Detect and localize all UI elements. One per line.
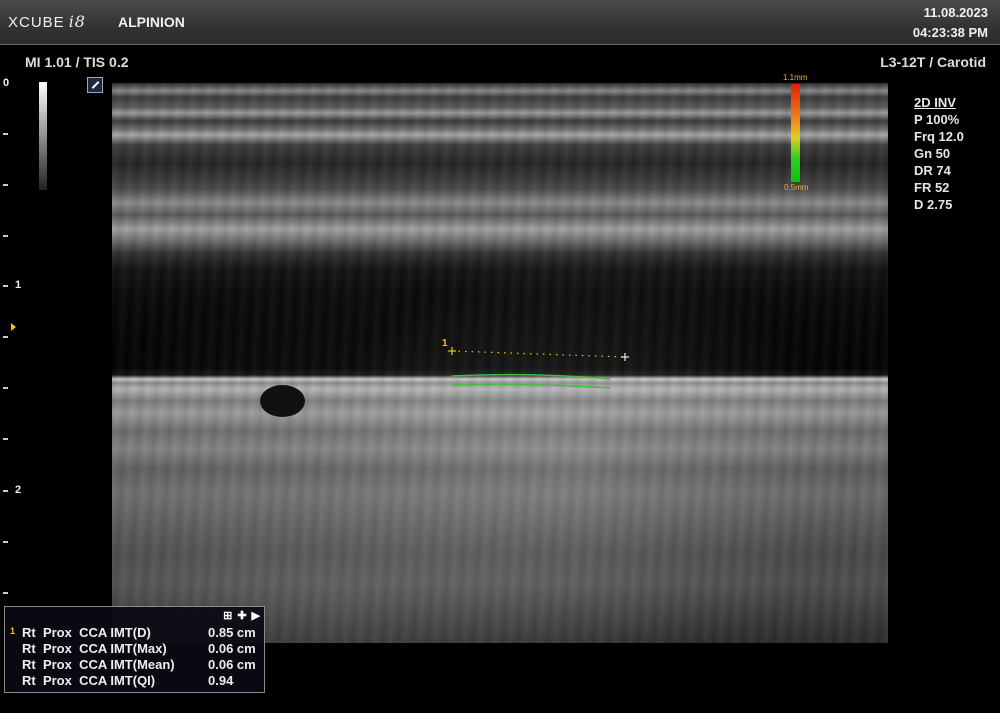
imaging-parameters: 2D INV P 100% Frq 12.0 Gn 50 DR 74 FR 52… (914, 94, 964, 213)
colorbar-max-label: 1.1mm (783, 73, 808, 82)
depth-tick (3, 133, 8, 135)
exam-date: 11.08.2023 (923, 5, 988, 20)
depth-tick (3, 184, 8, 186)
depth-tick (3, 336, 8, 338)
result-row: Rt Prox CCA IMT(QI) 0.94 (5, 673, 264, 689)
dynamic-range-readout: DR 74 (914, 163, 951, 178)
result-row: Rt Prox CCA IMT(Mean) 0.06 cm (5, 657, 264, 673)
depth-label-0: 0 (3, 77, 10, 89)
result-name: Rt Prox CCA IMT(Max) (22, 641, 167, 656)
probe-preset: L3-12T / Carotid (880, 54, 986, 70)
gain-readout: Gn 50 (914, 146, 951, 161)
ultrasound-image[interactable] (112, 83, 888, 643)
frame-rate-readout: FR 52 (914, 180, 950, 195)
result-name: Rt Prox CCA IMT(Mean) (22, 657, 175, 672)
depth-tick (3, 438, 8, 440)
exam-time: 04:23:38 PM (912, 25, 988, 40)
result-value: 0.85 cm (208, 625, 256, 640)
depth-readout: D 2.75 (914, 197, 953, 212)
depth-tick (3, 490, 8, 492)
mi-tis-readout: MI 1.01 / TIS 0.2 (25, 54, 129, 70)
depth-tick (3, 285, 8, 287)
tissue-echo (260, 385, 305, 417)
focus-marker-icon[interactable] (11, 323, 16, 331)
grid-icon[interactable]: ⊞ (223, 609, 232, 623)
result-value: 0.06 cm (208, 657, 256, 672)
manufacturer-name: ALPINION (118, 14, 185, 30)
depth-tick (3, 592, 8, 594)
depth-tick (3, 541, 8, 543)
grayscale-bar (39, 82, 47, 190)
caliper-label: 1 (442, 338, 448, 349)
depth-label-2: 2 (15, 484, 22, 496)
product-suffix: i8 (68, 12, 86, 31)
colorbar-min-label: 0.5mm (784, 183, 809, 192)
results-toolbar: ⊞ ✚ ▶ (223, 609, 260, 623)
result-name: Rt Prox CCA IMT(QI) (22, 673, 156, 688)
play-right-icon[interactable]: ▶ (252, 609, 260, 623)
imt-colorbar (791, 84, 800, 182)
product-logo: XCUBE i8 (8, 12, 86, 31)
move-icon[interactable]: ✚ (237, 609, 246, 623)
result-index: 1 (10, 626, 16, 636)
result-name: Rt Prox CCA IMT(D) (22, 625, 151, 640)
title-bar: XCUBE i8 ALPINION 11.08.2023 04:23:38 PM (0, 0, 1000, 45)
result-value: 0.06 cm (208, 641, 256, 656)
power-readout: P 100% (914, 112, 960, 127)
result-row: Rt Prox CCA IMT(Max) 0.06 cm (5, 641, 264, 657)
depth-tick (3, 235, 8, 237)
product-name: XCUBE (8, 14, 65, 31)
frequency-readout: Frq 12.0 (914, 129, 964, 144)
result-row: 1 Rt Prox CCA IMT(D) 0.85 cm (5, 625, 264, 641)
depth-tick (3, 387, 8, 389)
orientation-marker-icon (87, 77, 103, 93)
measurement-results-panel[interactable]: ⊞ ✚ ▶ 1 Rt Prox CCA IMT(D) 0.85 cm Rt Pr… (4, 606, 265, 693)
depth-label-1: 1 (15, 279, 22, 291)
result-value: 0.94 (208, 673, 234, 688)
imaging-mode[interactable]: 2D INV (914, 94, 964, 111)
